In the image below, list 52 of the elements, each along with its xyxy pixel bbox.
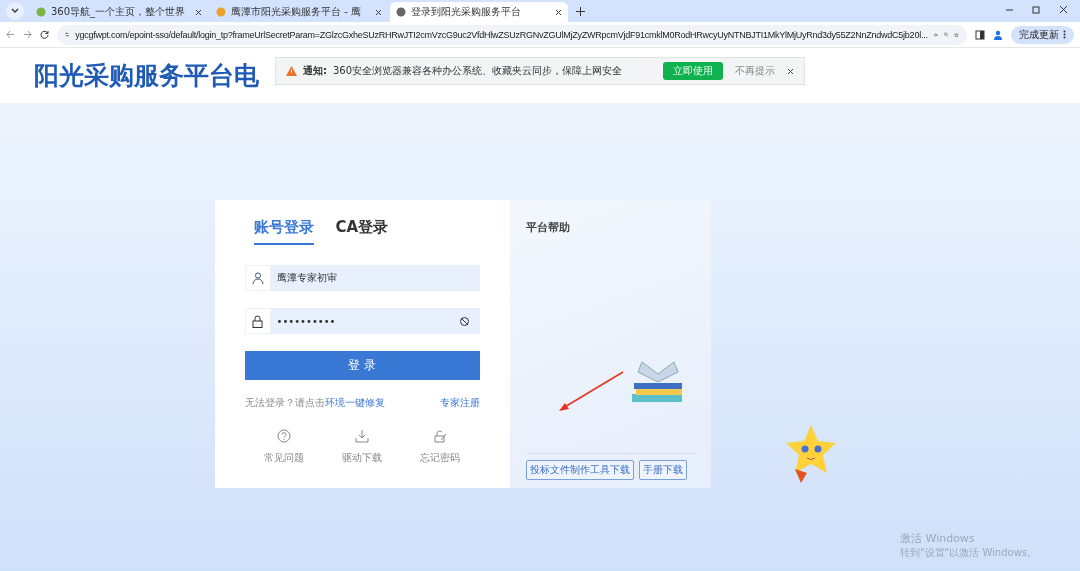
password-field[interactable]: •••••••••• [244,308,480,334]
update-button[interactable]: 完成更新 [1011,25,1074,44]
browser-tab[interactable]: 登录到阳光采购服务平台 [390,2,568,22]
tab-list-button[interactable] [6,2,24,20]
eye-slash-icon[interactable] [458,315,470,327]
lock-icon [252,314,263,328]
repair-link[interactable]: 环境一键修复 [324,397,385,408]
repair-prompt: 无法登录？请点击环境一键修复 [244,396,385,410]
more-icon [1063,30,1066,39]
warning-icon [286,66,297,76]
back-icon[interactable] [6,30,15,39]
notification-label: 通知: [303,64,327,78]
restore-icon[interactable] [1032,4,1041,14]
arrow-annotation [558,371,624,413]
browser-tab[interactable]: 360导航_一个主页，整个世界 [30,2,208,22]
download-button[interactable]: 投标文件制作工具下载 [525,460,634,480]
help-title: 平台帮助 [525,220,571,235]
site-title: 阳光采购服务平台电 [34,60,259,92]
star-mascot-drawing [785,423,837,485]
browser-tab[interactable]: 鹰潭市阳光采购服务平台 - 鹰 [210,2,388,22]
address-field[interactable]: ygcgfwpt.com/epoint-sso/default/login_tp?frameUrlSecretParam=ZGlzcGxheSUzRHRwJTI2cmVzcG9uc2VfdHlwZSUzRGNvZGUlMjZyZWRpcmVjdF91cmklM0RodHRwcyUyNTNBJTI1MkYlMjUyRnd3dy55Z2NnZndwdC5jb20l... [57,24,967,45]
profile-icon[interactable] [993,29,1003,40]
tab-title: 登录到阳光采购服务平台 [411,5,522,19]
tune-icon [65,30,70,39]
sidebar-icon[interactable] [975,29,985,40]
download-icon [355,429,369,443]
dismiss-button[interactable]: 不再提示 [729,64,781,78]
new-tab-icon[interactable] [576,7,585,16]
shortcut-button[interactable]: 常见问题 [257,428,310,466]
shortcut-button[interactable]: 忘记密码 [414,428,467,466]
chevron-down-icon [11,8,19,14]
username-field[interactable]: 鹰潭专家初审 [244,265,480,291]
lock-edit-icon [433,429,448,443]
close-icon[interactable] [555,8,562,16]
shortcut-button[interactable]: 驱动下载 [336,428,388,466]
use-now-button[interactable]: 立即使用 [663,62,723,80]
login-button[interactable]: 登 录 [244,351,480,380]
tab-title: 360导航_一个主页，整个世界 [51,5,187,19]
tab-title: 鹰潭市阳光采购服务平台 - 鹰 [231,5,362,19]
reload-icon[interactable] [40,30,49,39]
close-icon[interactable] [195,8,202,16]
download-button[interactable]: 手册下载 [638,460,687,480]
close-icon[interactable] [1059,4,1068,14]
login-tab[interactable]: 账号登录 [253,218,314,245]
notification-message: 360安全浏览器兼容各种办公系统、收藏夹云同步，保障上网安全 [333,64,624,78]
login-tab[interactable]: CA登录 [335,218,389,245]
question-icon [276,429,291,443]
close-icon[interactable] [787,67,794,75]
user-icon [251,272,264,284]
close-icon[interactable] [375,8,382,16]
expert-register-link[interactable]: 专家注册 [439,396,480,410]
forward-icon[interactable] [23,30,32,39]
